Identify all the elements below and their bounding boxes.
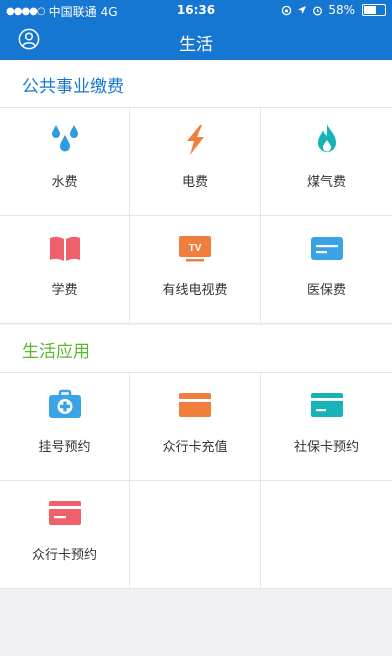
grid-item-label: 有线电视费 xyxy=(162,283,228,298)
nav-bar: 生活 xyxy=(0,20,392,60)
water-drops-icon xyxy=(51,125,78,152)
status-bar: ●●●●○ 中国联通 4G 16:36 58% xyxy=(0,0,392,20)
location-arrow-icon xyxy=(298,6,307,14)
grid-item-label: 水费 xyxy=(51,175,78,190)
utilities-grid: 水费 电费 煤气费 学费 TV 有线电视费 医保费 xyxy=(0,108,392,324)
lightning-icon xyxy=(187,125,204,155)
grid-item-card-appointment[interactable]: 众行卡预约 xyxy=(0,481,130,589)
grid-item-social-security-appointment[interactable]: 社保卡预约 xyxy=(261,373,392,481)
grid-item-electricity-bill[interactable]: 电费 xyxy=(130,108,261,216)
rotation-lock-icon xyxy=(282,5,292,15)
book-icon xyxy=(49,236,80,261)
grid-item-medical-insurance[interactable]: 医保费 xyxy=(261,216,392,324)
card-icon xyxy=(310,237,343,260)
card-icon xyxy=(179,393,211,417)
svg-text:TV: TV xyxy=(189,243,202,254)
grid-item-tuition[interactable]: 学费 xyxy=(0,216,130,324)
life-apps-grid: 挂号预约 众行卡充值 社保卡预约 众行卡预约 xyxy=(0,373,392,589)
grid-item-label: 社保卡预约 xyxy=(293,440,359,455)
medical-kit-icon xyxy=(48,389,81,418)
grid-item-label: 众行卡充值 xyxy=(162,440,228,455)
tv-icon: TV xyxy=(179,236,211,262)
grid-item-cable-tv-bill[interactable]: TV 有线电视费 xyxy=(130,216,261,324)
grid-empty-cell xyxy=(130,481,261,589)
section-title: 公共事业缴费 xyxy=(22,77,124,97)
card-icon xyxy=(48,501,81,525)
grid-item-gas-bill[interactable]: 煤气费 xyxy=(261,108,392,216)
battery-icon xyxy=(362,4,386,16)
alarm-icon xyxy=(313,5,323,15)
grid-item-label: 学费 xyxy=(51,283,78,298)
grid-item-water-bill[interactable]: 水费 xyxy=(0,108,130,216)
grid-item-appointment[interactable]: 挂号预约 xyxy=(0,373,130,481)
grid-item-label: 挂号预约 xyxy=(38,440,91,455)
card-icon xyxy=(310,393,343,417)
battery-percent: 58% xyxy=(328,3,355,17)
section-header-utilities: 公共事业缴费 xyxy=(0,60,392,108)
grid-item-label: 众行卡预约 xyxy=(31,548,97,563)
grid-item-card-recharge[interactable]: 众行卡充值 xyxy=(130,373,261,481)
page-title: 生活 xyxy=(179,35,213,55)
grid-item-label: 煤气费 xyxy=(306,175,346,190)
flame-icon xyxy=(317,124,336,152)
grid-item-label: 电费 xyxy=(181,175,208,190)
grid-item-label: 医保费 xyxy=(306,283,346,298)
section-title: 生活应用 xyxy=(22,342,90,362)
section-header-life-apps: 生活应用 xyxy=(0,325,392,373)
grid-empty-cell xyxy=(261,481,392,589)
